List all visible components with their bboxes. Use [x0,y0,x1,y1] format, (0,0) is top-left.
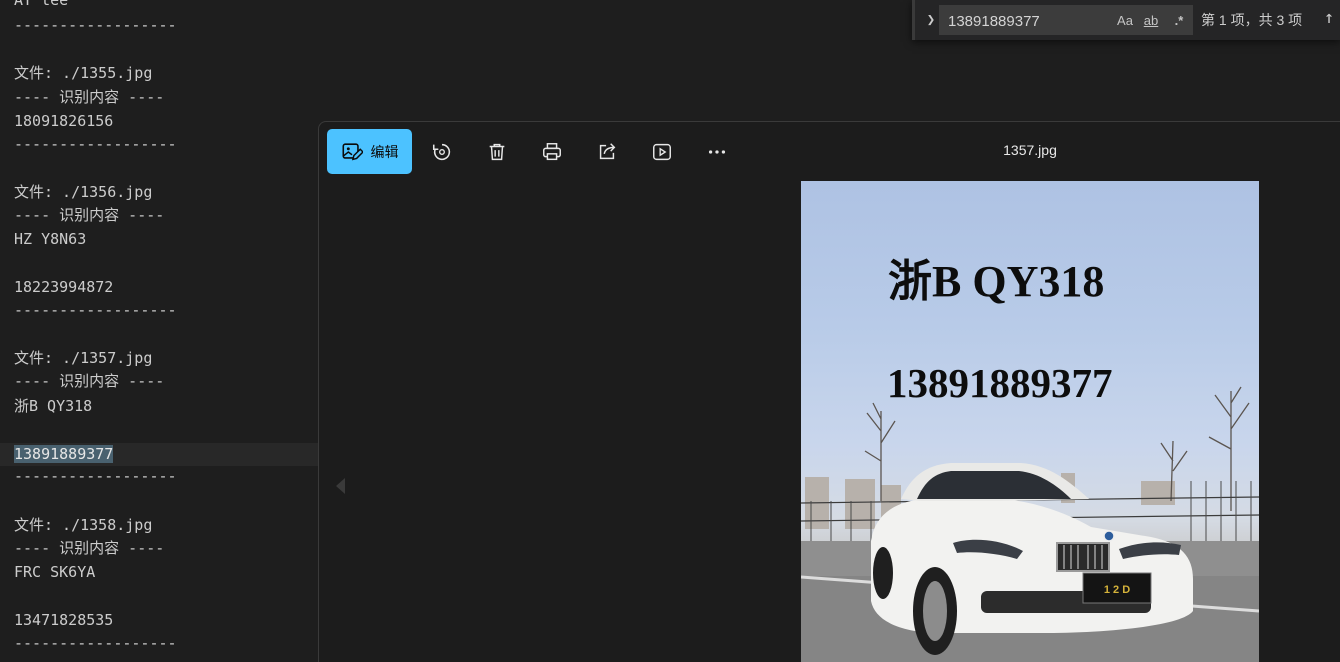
photo-image: 1 2 D 浙B QY318 13891889377 [801,181,1259,662]
find-widget: ❯ Aa ab .* 第 1 项，共 3 项 ↑ [912,0,1340,40]
viewer-toolbar: 编辑 1357.jpg [319,122,1340,182]
editor-line-text: 13471828535 [14,611,114,629]
editor-line-text: ------------------ [14,16,177,34]
editor-line-text: 文件: ./1355.jpg [14,64,153,82]
match-case-button[interactable]: Aa [1114,12,1136,30]
car-license-plate-text: 1 2 D [1104,584,1130,596]
editor-line-text: 文件: ./1357.jpg [14,349,153,367]
editor-line-text: 18091826156 [14,112,114,130]
previous-match-arrow-icon[interactable]: ↑ [1319,8,1339,30]
editor-line: FRC SK6YA [14,561,95,584]
editor-line: 18091826156 [14,110,113,133]
regex-button[interactable]: .* [1168,12,1190,30]
find-input[interactable] [946,6,1110,36]
editor-line-text: 浙B QY318 [14,397,93,415]
editor-line-text: FRC SK6YA [14,563,96,581]
editor-line-text: ---- 识别内容 ---- [14,539,165,557]
image-filename: 1357.jpg [1003,142,1057,158]
editor-line-text: ------------------ [14,467,177,485]
editor-line: 13471828535 [14,609,113,632]
editor-line: 18223994872 [14,276,113,299]
editor-line-text: 文件: ./1356.jpg [14,183,153,201]
toggle-replace-chevron-icon[interactable]: ❯ [921,10,941,30]
editor-line: ---- 识别内容 ---- [14,370,164,393]
editor-line: ------------------ [14,133,177,156]
editor-line: ------------------ [14,465,177,488]
editor-line: 文件: ./1355.jpg [14,62,152,85]
editor-line-text: ---- 识别内容 ---- [14,88,165,106]
photo-phone-text: 13891889377 [887,360,1113,406]
editor-line-text: ---- 识别内容 ---- [14,372,165,390]
editor-line-text: ------------------ [14,634,177,652]
editor-line-text: ------------------ [14,135,177,153]
editor-line: 13891889377 [14,443,114,466]
editor-line: 文件: ./1357.jpg [14,347,152,370]
photo-viewer-window: 编辑 1357.jpg 1 2 D 浙B QY318 13891889377 [318,121,1340,662]
photo-plate-text: 浙B QY318 [888,257,1105,306]
editor-line: ------------------ [14,632,177,655]
match-whole-word-button[interactable]: ab [1140,12,1162,30]
editor-line: ---- 识别内容 ---- [14,537,164,560]
editor-line: HZ Y8N63 [14,228,86,251]
editor-line-text: AY tee [14,0,69,9]
editor-line: 文件: ./1358.jpg [14,514,152,537]
editor-line-text: ---- 识别内容 ---- [14,206,165,224]
find-input-box: Aa ab .* [939,5,1193,36]
previous-image-arrow-icon[interactable] [333,476,349,496]
editor-line: ------------------ [14,299,177,322]
editor-line: AY tee [14,0,68,12]
editor-line: ---- 识别内容 ---- [14,204,164,227]
editor-line-text: ------------------ [14,301,177,319]
search-match-text: 13891889377 [14,445,114,463]
editor-line-text: 18223994872 [14,278,114,296]
editor-line-text: 文件: ./1358.jpg [14,516,153,534]
editor-line: 文件: ./1356.jpg [14,181,152,204]
match-count: 第 1 项，共 3 项 [1201,12,1303,28]
editor-line: ---- 识别内容 ---- [14,86,164,109]
editor-line: 浙B QY318 [14,395,92,418]
editor-line-text: HZ Y8N63 [14,230,87,248]
editor-line: ------------------ [14,14,177,37]
